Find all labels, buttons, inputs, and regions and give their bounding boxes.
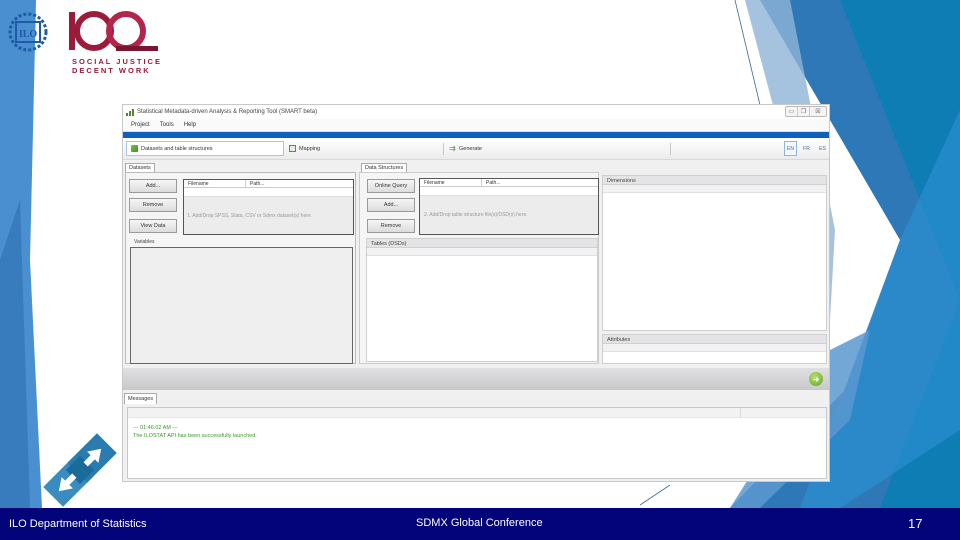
attributes-list[interactable]: Attributes [602, 334, 827, 364]
smart-app-window: Statistical Metadata-driven Analysis & R… [122, 104, 830, 482]
window-title: Statistical Metadata-driven Analysis & R… [137, 109, 318, 115]
structures-remove-button[interactable]: Remove [367, 219, 415, 233]
close-button[interactable]: ☒ [810, 107, 826, 116]
footer-department: ILO Department of Statistics [9, 518, 147, 530]
structures-drop-hint: 2. Add/Drop table structure file(s)/DSD(… [424, 212, 528, 218]
tables-dsds-header: Tables (DSDs) [367, 239, 597, 248]
structures-table[interactable]: Filename Path... 2. Add/Drop table struc… [419, 178, 599, 235]
attributes-header: Attributes [603, 335, 826, 344]
datasets-tab[interactable]: Datasets [125, 163, 155, 172]
tab-generate[interactable]: ⇉ Generate [445, 141, 603, 156]
action-bar: ➜ [123, 368, 829, 390]
menu-bar: Project Tools Help [123, 119, 829, 132]
datasets-drop-hint: 1. Add/Drop SPSS, Stata, CSV or Sdmx dat… [187, 213, 313, 219]
tables-dsds-list[interactable]: Tables (DSDs) [366, 238, 598, 362]
slide-number: 17 [908, 516, 923, 531]
variables-list[interactable] [130, 247, 353, 364]
structures-table-header: Filename Path... [420, 179, 598, 187]
presentation-slide: ILO SOCIAL JUSTICE DECENT WORK Statistic… [0, 0, 960, 540]
tables-dsds-subheader [367, 248, 597, 256]
slide-footer: ILO Department of Statistics SDMX Global… [0, 508, 960, 540]
tab-datasets[interactable]: Datasets and table structures [126, 141, 284, 156]
lang-fr-button[interactable]: FR [800, 141, 813, 156]
menu-tools[interactable]: Tools [160, 122, 174, 128]
dataset-icon [131, 145, 138, 152]
lang-es-button[interactable]: ES [816, 141, 829, 156]
message-text: The ILOSTAT API has been successfully la… [133, 433, 257, 439]
tab-datasets-label: Datasets and table structures [141, 145, 213, 152]
sdmx-logo-icon [43, 433, 117, 507]
datasets-add-button[interactable]: Add... [129, 179, 177, 193]
tab-generate-label: Generate [459, 145, 482, 152]
dimensions-subheader [603, 185, 826, 193]
tagline-line-2: DECENT WORK [72, 65, 151, 75]
variables-label: Variables [134, 239, 155, 245]
column-filename[interactable]: Filename [184, 180, 246, 187]
structures-add-button[interactable]: Add... [367, 198, 415, 212]
online-query-button[interactable]: Online Query [367, 179, 415, 193]
view-data-button[interactable]: View Data [129, 219, 177, 233]
toolbar-separator [443, 143, 444, 155]
data-structures-panel: Online Query Add... Remove Filename Path… [359, 172, 599, 364]
tab-mapping[interactable]: Mapping [285, 141, 443, 156]
attributes-subheader [603, 344, 826, 352]
column-filename[interactable]: Filename [420, 179, 482, 186]
data-structures-tab[interactable]: Data Structures [361, 163, 408, 172]
messages-log: --- 01:46:02 AM --- The ILOSTAT API has … [127, 407, 827, 479]
minimize-button[interactable]: ▭ [786, 107, 798, 116]
menu-help[interactable]: Help [184, 122, 196, 128]
column-path[interactable]: Path... [246, 180, 353, 187]
anniversary-100-mark [69, 11, 158, 51]
workflow-toolbar: Datasets and table structures Mapping ⇉ … [123, 138, 829, 160]
toolbar-separator [670, 143, 671, 155]
restore-button[interactable]: ❐ [798, 107, 810, 116]
dimensions-list[interactable]: Dimensions [602, 175, 827, 331]
tab-mapping-label: Mapping [299, 145, 321, 152]
messages-header [128, 408, 826, 418]
window-titlebar: Statistical Metadata-driven Analysis & R… [123, 105, 829, 119]
messages-tab[interactable]: Messages [124, 393, 158, 404]
dimensions-header: Dimensions [603, 176, 826, 185]
column-path[interactable]: Path... [482, 179, 598, 186]
generate-arrow-icon: ⇉ [449, 144, 456, 153]
menu-project[interactable]: Project [131, 122, 150, 128]
svg-text:ILO: ILO [19, 29, 38, 40]
lang-en-button[interactable]: EN [784, 141, 797, 156]
structures-table-row [420, 187, 598, 196]
message-timestamp: --- 01:46:02 AM --- [133, 425, 178, 431]
arrow-right-icon: ➜ [812, 374, 820, 384]
datasets-table-header: Filename Path... [184, 180, 353, 188]
ilo-emblem-icon: ILO [8, 12, 48, 52]
app-chart-icon [126, 108, 134, 116]
mapping-icon [289, 145, 296, 152]
next-step-button[interactable]: ➜ [809, 372, 823, 386]
ilo-tagline: SOCIAL JUSTICE DECENT WORK [72, 57, 162, 75]
datasets-table[interactable]: Filename Path... 1. Add/Drop SPSS, Stata… [183, 179, 354, 235]
window-controls: ▭ ❐ ☒ [785, 106, 827, 117]
footer-conference: SDMX Global Conference [416, 517, 543, 529]
bg-line-2 [639, 484, 671, 506]
datasets-panel: Add... Remove View Data Filename Path...… [125, 172, 356, 364]
datasets-remove-button[interactable]: Remove [129, 198, 177, 212]
datasets-table-row [184, 188, 353, 197]
